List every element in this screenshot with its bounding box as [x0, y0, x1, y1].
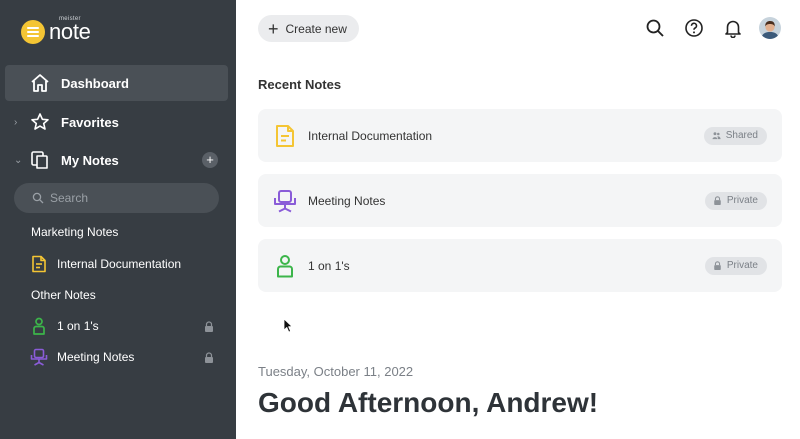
recent-note-label: Internal Documentation [308, 128, 433, 143]
sidebar-note-1-on-1s[interactable]: 1 on 1's [30, 315, 220, 337]
recent-note-card[interactable]: 1 on 1's Private [258, 239, 782, 292]
logo-text: note [49, 19, 91, 44]
status-badge: Shared [703, 126, 767, 145]
recent-note-label: Meeting Notes [308, 193, 386, 208]
nav-dashboard-label: Dashboard [61, 75, 129, 91]
group-title-other[interactable]: Other Notes [31, 288, 96, 302]
plus-icon: + [268, 18, 279, 39]
recent-note-card[interactable]: Internal Documentation Shared [258, 109, 782, 162]
bell-icon[interactable] [723, 18, 743, 38]
add-note-button[interactable]: + [202, 152, 218, 168]
recent-notes-title: Recent Notes [258, 77, 342, 92]
person-icon [277, 254, 293, 277]
nav-favorites-label: Favorites [61, 114, 119, 130]
mouse-cursor-icon [283, 318, 293, 333]
sidebar-note-label: Meeting Notes [57, 350, 135, 364]
date-label: Tuesday, October 11, 2022 [258, 364, 414, 379]
search-icon[interactable] [645, 18, 665, 38]
sidebar-note-label: Internal Documentation [57, 257, 182, 271]
status-badge-label: Private [726, 260, 758, 271]
logo-small-text: meister [59, 16, 81, 22]
sidebar-note-label: 1 on 1's [57, 319, 99, 333]
help-icon[interactable] [684, 18, 704, 38]
group-title-marketing[interactable]: Marketing Notes [31, 225, 118, 239]
document-icon [32, 255, 46, 273]
logo-icon [21, 20, 45, 44]
recent-note-label: 1 on 1's [308, 258, 350, 273]
nav-dashboard[interactable]: Dashboard [5, 65, 228, 101]
sidebar-note-meeting-notes[interactable]: Meeting Notes [30, 346, 220, 368]
chevron-right-icon[interactable]: › [14, 117, 17, 128]
lock-icon [205, 351, 213, 363]
status-badge: Private [704, 256, 767, 275]
lock-icon [714, 196, 721, 205]
avatar[interactable] [759, 17, 781, 39]
lock-icon [714, 261, 721, 270]
nav-my-notes-label: My Notes [61, 152, 119, 168]
search-icon [32, 192, 44, 204]
greeting-heading: Good Afternoon, Andrew! [258, 387, 599, 418]
create-new-label: Create new [285, 21, 347, 36]
search-bar[interactable] [14, 183, 219, 213]
status-badge: Private [704, 191, 767, 210]
chair-icon [274, 189, 296, 212]
nav-my-notes[interactable]: ⌄ My Notes + [5, 142, 228, 178]
sidebar-note-internal-documentation[interactable]: Internal Documentation [30, 253, 220, 275]
user-avatar-icon [759, 17, 781, 39]
notes-icon [31, 151, 48, 169]
status-badge-label: Private [726, 195, 758, 206]
lock-icon [205, 320, 213, 332]
sidebar: meister note Dashboard › Favorites ⌄ My … [0, 0, 236, 439]
person-icon [33, 317, 45, 335]
status-badge-label: Shared [725, 130, 758, 141]
logo[interactable]: meister note [21, 16, 91, 45]
home-icon [31, 74, 49, 92]
recent-note-card[interactable]: Meeting Notes Private [258, 174, 782, 227]
nav-favorites[interactable]: › Favorites [5, 104, 228, 140]
main-content: + Create new Recent Notes Internal Docum… [236, 0, 800, 439]
chair-icon [30, 348, 48, 366]
chevron-down-icon[interactable]: ⌄ [14, 155, 22, 166]
people-icon [712, 132, 721, 140]
create-new-button[interactable]: + Create new [258, 15, 359, 42]
search-input[interactable] [50, 191, 200, 205]
document-icon [276, 124, 294, 147]
star-icon [31, 113, 49, 130]
